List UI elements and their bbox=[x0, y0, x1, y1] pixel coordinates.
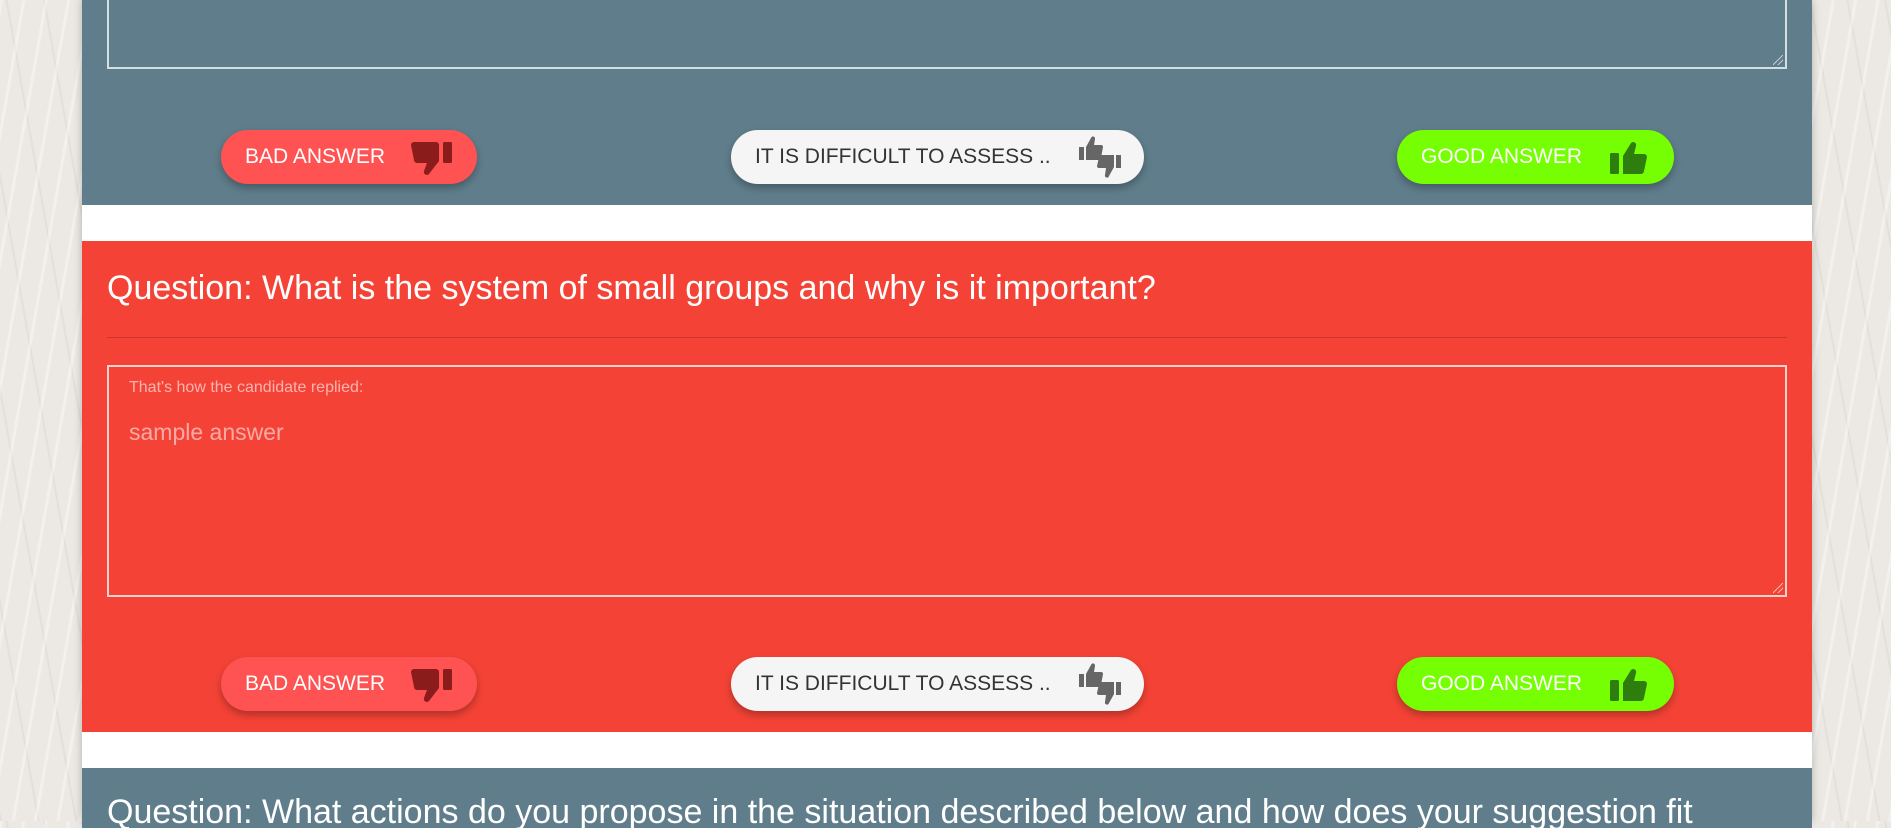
bad-answer-label: BAD ANSWER bbox=[245, 145, 386, 168]
difficult-to-assess-label: IT IS DIFFICULT TO ASSESS .. bbox=[755, 672, 1051, 695]
good-answer-button[interactable]: GOOD ANSWER bbox=[1397, 130, 1674, 184]
thumbs-up-down-icon bbox=[1079, 136, 1121, 178]
resize-handle[interactable] bbox=[1773, 55, 1783, 65]
thumbs-up-icon bbox=[1610, 669, 1647, 701]
bad-answer-label: BAD ANSWER bbox=[245, 672, 386, 695]
thumbs-up-down-icon bbox=[1079, 663, 1121, 705]
assessment-page: BAD ANSWER IT IS DIFFICULT TO ASSESS .. … bbox=[82, 0, 1812, 828]
question-card: Question: What actions do you propose in… bbox=[82, 768, 1812, 828]
divider bbox=[107, 337, 1787, 338]
resize-handle[interactable] bbox=[1773, 583, 1783, 593]
good-answer-label: GOOD ANSWER bbox=[1421, 145, 1583, 168]
difficult-to-assess-button[interactable]: IT IS DIFFICULT TO ASSESS .. bbox=[731, 657, 1144, 711]
answer-textarea[interactable]: That's how the candidate replied: sample… bbox=[107, 365, 1787, 597]
bad-answer-button[interactable]: BAD ANSWER bbox=[221, 657, 477, 711]
thumbs-down-icon bbox=[411, 142, 452, 175]
candidate-answer: sample answer bbox=[129, 419, 284, 445]
answer-textarea[interactable] bbox=[107, 0, 1787, 69]
bad-answer-button[interactable]: BAD ANSWER bbox=[221, 130, 477, 184]
good-answer-label: GOOD ANSWER bbox=[1421, 672, 1583, 695]
difficult-to-assess-label: IT IS DIFFICULT TO ASSESS .. bbox=[755, 145, 1051, 168]
question-card: Question: What is the system of small gr… bbox=[82, 241, 1812, 732]
thumbs-down-icon bbox=[411, 669, 452, 702]
question-title: Question: What is the system of small gr… bbox=[107, 269, 1156, 307]
question-card: BAD ANSWER IT IS DIFFICULT TO ASSESS .. … bbox=[82, 0, 1812, 205]
difficult-to-assess-button[interactable]: IT IS DIFFICULT TO ASSESS .. bbox=[731, 130, 1144, 184]
answer-label: That's how the candidate replied: bbox=[129, 379, 364, 396]
thumbs-up-icon bbox=[1610, 142, 1647, 174]
question-title: Question: What actions do you propose in… bbox=[107, 793, 1693, 828]
good-answer-button[interactable]: GOOD ANSWER bbox=[1397, 657, 1674, 711]
